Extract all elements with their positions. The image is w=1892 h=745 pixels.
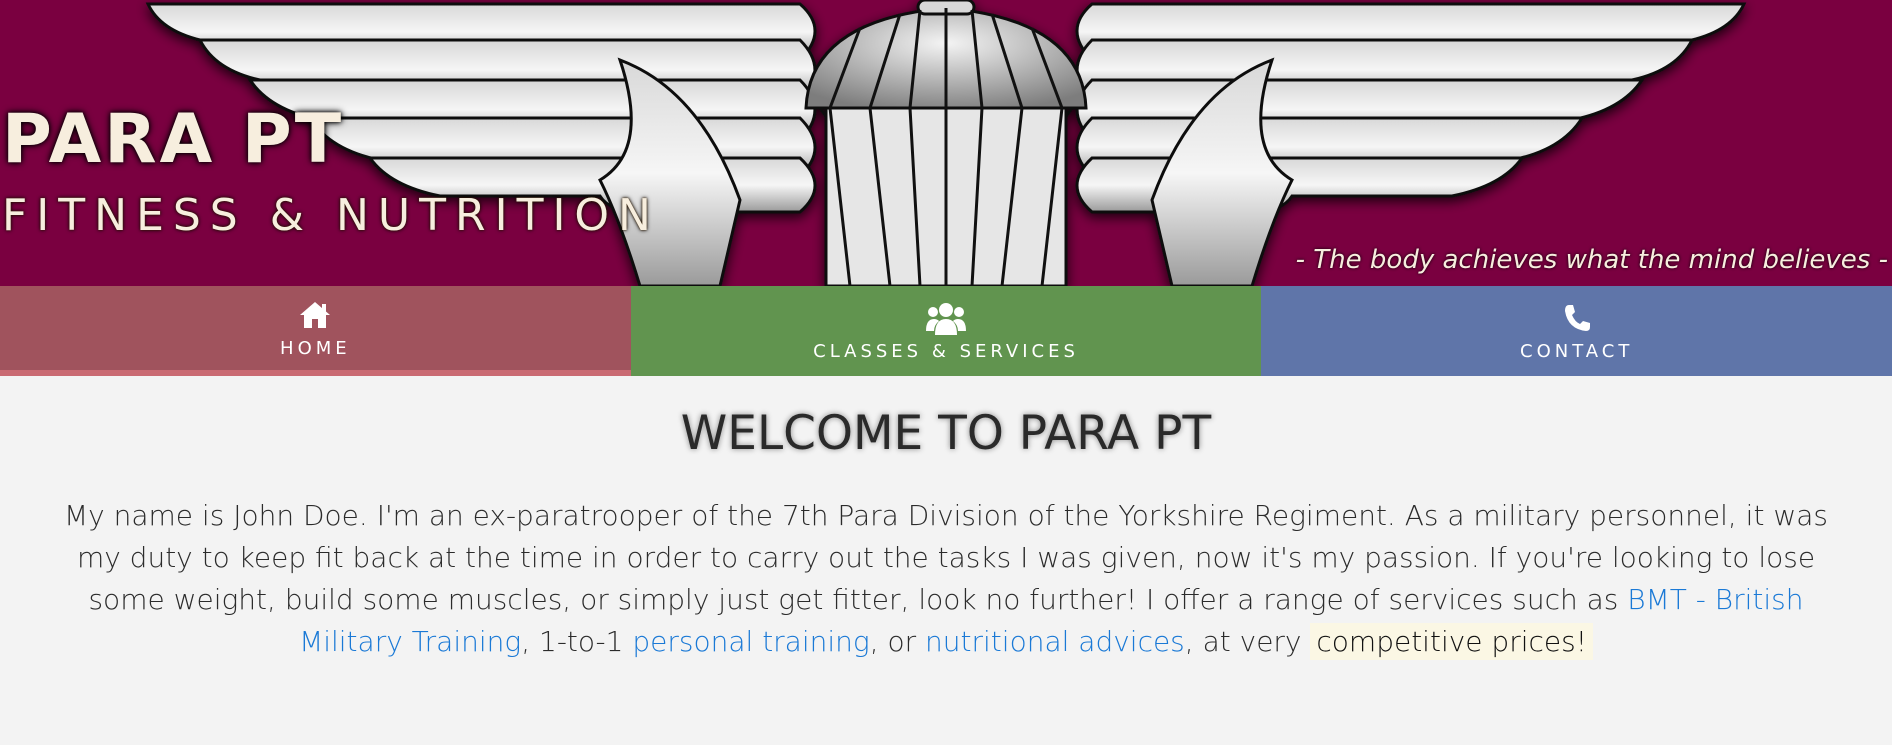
- nav-classes-label: CLASSES & SERVICES: [813, 340, 1079, 362]
- hero-banner: PARA PT FITNESS & NUTRITION - The body a…: [0, 0, 1892, 286]
- site-tagline: - The body achieves what the mind believ…: [1295, 245, 1888, 275]
- nav-home-label: HOME: [280, 337, 351, 359]
- intro-text: , or: [869, 625, 926, 658]
- nutritional-advices-link[interactable]: nutritional advices: [925, 625, 1185, 658]
- nav-contact-label: CONTACT: [1520, 340, 1634, 362]
- phone-icon: [1562, 301, 1592, 335]
- nav-home[interactable]: HOME: [0, 286, 631, 376]
- nav-classes-services[interactable]: CLASSES & SERVICES: [630, 286, 1262, 376]
- site-subtitle: FITNESS & NUTRITION: [2, 190, 660, 241]
- personal-training-link[interactable]: personal training: [632, 625, 869, 658]
- main-nav: HOME CLASSES & SERVICES CONTACT: [0, 286, 1892, 376]
- site-title: PARA PT: [2, 100, 345, 179]
- home-icon: [298, 298, 332, 332]
- intro-text: My name is John Doe. I'm an ex-paratroop…: [64, 499, 1828, 616]
- main-content: WELCOME TO PARA PT My name is John Doe. …: [0, 376, 1892, 663]
- intro-text: , 1-to-1: [521, 625, 633, 658]
- intro-paragraph: My name is John Doe. I'm an ex-paratroop…: [56, 495, 1836, 663]
- page-title: WELCOME TO PARA PT: [680, 406, 1212, 461]
- price-highlight: competitive prices!: [1310, 623, 1593, 660]
- intro-text: , at very: [1184, 625, 1311, 658]
- nav-contact[interactable]: CONTACT: [1261, 286, 1892, 376]
- users-icon: [926, 301, 966, 335]
